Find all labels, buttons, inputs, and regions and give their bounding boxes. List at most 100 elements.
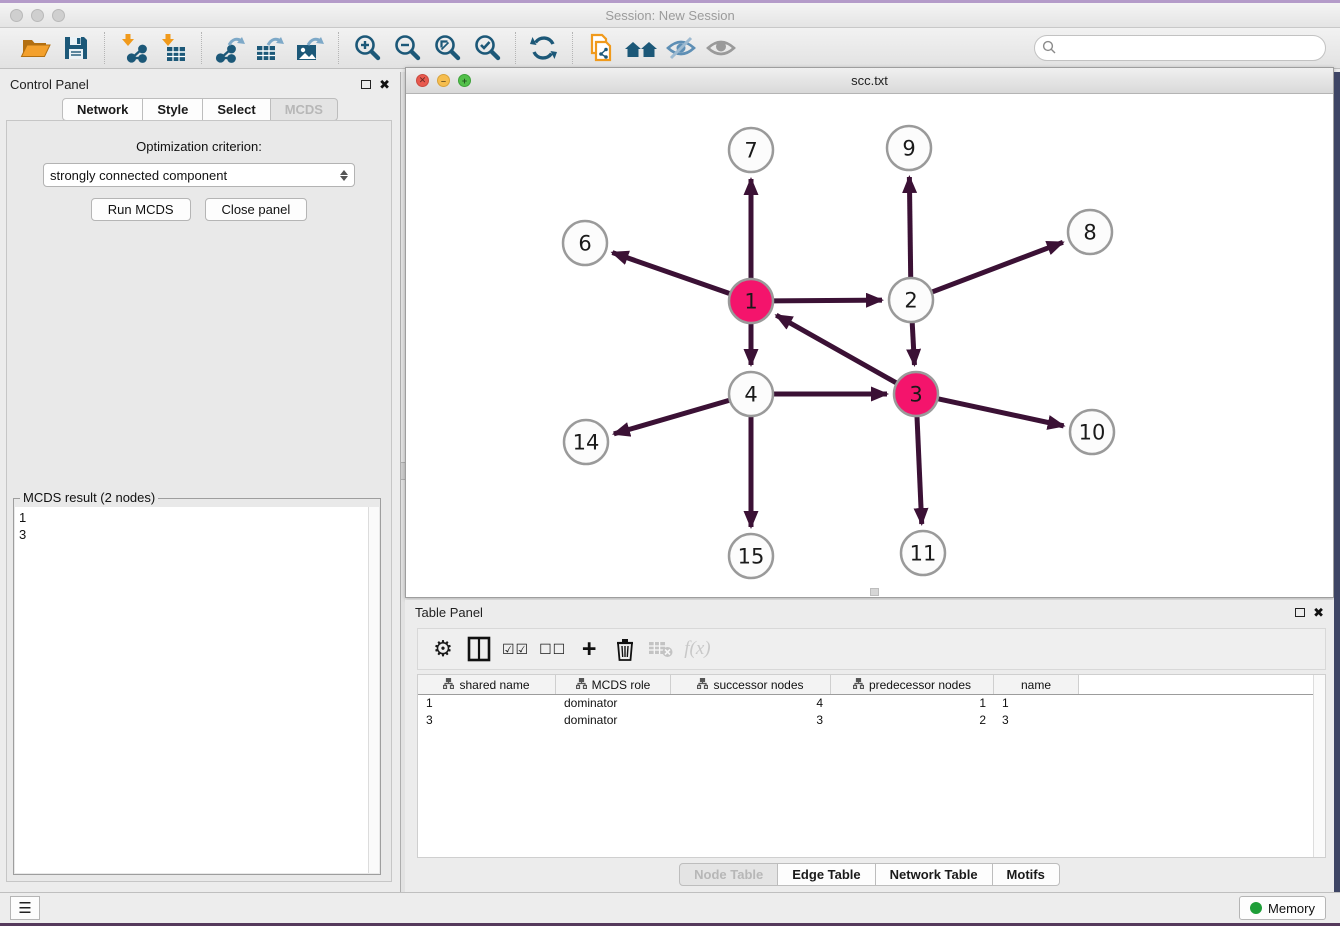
application-window: Session: New Session Control Panel ✖ Net… — [0, 0, 1340, 926]
network-graph[interactable]: 7 9 6 8 1 2 4 3 14 10 15 11 — [406, 94, 1333, 597]
column-header-successor-nodes[interactable]: successor nodes — [671, 675, 831, 694]
delete-table-icon — [646, 632, 676, 666]
toolbar-group — [516, 32, 573, 64]
close-panel-button[interactable]: Close panel — [205, 198, 308, 221]
node-3[interactable]: 3 — [894, 372, 938, 416]
mcds-result-title: MCDS result (2 nodes) — [20, 490, 158, 505]
memory-button[interactable]: Memory — [1239, 896, 1326, 920]
node-1[interactable]: 1 — [729, 279, 773, 323]
close-panel-icon[interactable]: ✖ — [379, 78, 390, 91]
node-9[interactable]: 9 — [887, 126, 931, 170]
table-cell[interactable]: 3 — [418, 712, 556, 729]
delete-column-icon[interactable] — [610, 632, 640, 666]
node-10[interactable]: 10 — [1070, 410, 1114, 454]
table-cell[interactable]: 2 — [831, 712, 994, 729]
tab-style[interactable]: Style — [143, 98, 203, 121]
node-11[interactable]: 11 — [901, 531, 945, 575]
table-row[interactable]: 1dominator411 — [418, 695, 1325, 712]
node-15[interactable]: 15 — [729, 534, 773, 578]
select-all-columns-icon[interactable]: ☑☑ — [500, 632, 531, 666]
tab-network[interactable]: Network — [62, 98, 143, 121]
unselect-all-columns-icon[interactable]: ☐☐ — [537, 632, 568, 666]
table-scrollbar[interactable] — [1313, 675, 1325, 857]
table-cell[interactable]: 3 — [671, 712, 831, 729]
export-table-icon[interactable] — [252, 32, 288, 64]
table-cell[interactable]: dominator — [556, 695, 671, 712]
table-tabs: Node TableEdge TableNetwork TableMotifs — [405, 863, 1334, 886]
node-2[interactable]: 2 — [889, 278, 933, 322]
zoom-selected-icon[interactable] — [469, 32, 505, 64]
canvas-grip[interactable] — [870, 588, 879, 596]
edge-1-6[interactable] — [612, 253, 730, 294]
tab-network-table[interactable]: Network Table — [876, 863, 993, 886]
new-network-from-selection-icon[interactable] — [583, 32, 619, 64]
table-cell[interactable]: 1 — [831, 695, 994, 712]
toolbar-group — [8, 32, 105, 64]
mcds-result-area[interactable]: 1 3 — [15, 507, 379, 873]
zoom-out-icon[interactable] — [389, 32, 425, 64]
column-header-shared-name[interactable]: shared name — [418, 675, 556, 694]
float-table-panel-icon[interactable] — [1295, 608, 1305, 617]
edge-3-10[interactable] — [938, 399, 1064, 426]
edge-2-3[interactable] — [912, 322, 914, 365]
network-canvas[interactable]: 7 9 6 8 1 2 4 3 14 10 15 11 — [406, 94, 1333, 597]
table-cell[interactable]: 1 — [994, 695, 1079, 712]
hide-details-icon[interactable] — [663, 32, 699, 64]
node-6[interactable]: 6 — [563, 221, 607, 265]
import-network-icon[interactable] — [115, 32, 151, 64]
table-row[interactable]: 3dominator323 — [418, 712, 1325, 729]
zoom-fit-icon[interactable] — [429, 32, 465, 64]
close-table-panel-icon[interactable]: ✖ — [1313, 606, 1324, 619]
table-cell[interactable]: dominator — [556, 712, 671, 729]
show-details-icon[interactable] — [703, 32, 739, 64]
edge-2-9[interactable] — [909, 177, 910, 278]
table-cell[interactable]: 1 — [418, 695, 556, 712]
add-column-icon[interactable]: + — [574, 632, 604, 666]
tab-select[interactable]: Select — [203, 98, 270, 121]
svg-text:10: 10 — [1079, 420, 1106, 444]
table-cell[interactable]: 3 — [994, 712, 1079, 729]
show-columns-icon[interactable] — [464, 632, 494, 666]
edge-3-11[interactable] — [917, 416, 922, 524]
float-panel-icon[interactable] — [361, 80, 371, 89]
open-folder-icon[interactable] — [18, 32, 54, 64]
edge-3-1[interactable] — [776, 315, 897, 383]
column-header-name[interactable]: name — [994, 675, 1079, 694]
edge-1-2[interactable] — [773, 300, 882, 301]
main-area: Control Panel ✖ NetworkStyleSelectMCDS O… — [0, 72, 1340, 892]
svg-text:11: 11 — [910, 541, 937, 565]
table-cell[interactable]: 4 — [671, 695, 831, 712]
tab-node-table[interactable]: Node Table — [679, 863, 778, 886]
tab-motifs[interactable]: Motifs — [993, 863, 1060, 886]
node-table[interactable]: shared nameMCDS role successor nodes prede… — [417, 674, 1326, 858]
export-image-icon[interactable] — [292, 32, 328, 64]
search-input[interactable] — [1034, 35, 1326, 61]
edge-4-14[interactable] — [614, 400, 730, 434]
network-window-title: scc.txt — [406, 73, 1333, 88]
control-panel-tabs: NetworkStyleSelectMCDS — [0, 98, 400, 121]
function-builder-icon: f(x) — [682, 632, 712, 666]
toolbar-group — [202, 32, 339, 64]
tab-mcds[interactable]: MCDS — [271, 98, 338, 121]
save-icon[interactable] — [58, 32, 94, 64]
result-scrollbar[interactable] — [368, 507, 379, 873]
node-4[interactable]: 4 — [729, 372, 773, 416]
edge-2-8[interactable] — [932, 242, 1063, 292]
column-header-predecessor-nodes[interactable]: predecessor nodes — [831, 675, 994, 694]
task-list-icon[interactable]: ☰ — [10, 896, 40, 920]
node-7[interactable]: 7 — [729, 128, 773, 172]
node-8[interactable]: 8 — [1068, 210, 1112, 254]
tab-edge-table[interactable]: Edge Table — [778, 863, 875, 886]
column-header-MCDS-role[interactable]: MCDS role — [556, 675, 671, 694]
first-neighbors-icon[interactable] — [623, 32, 659, 64]
export-network-icon[interactable] — [212, 32, 248, 64]
zoom-in-icon[interactable] — [349, 32, 385, 64]
criterion-dropdown[interactable]: strongly connected component — [43, 163, 355, 187]
column-settings-icon[interactable]: ⚙ — [428, 632, 458, 666]
network-window-titlebar[interactable]: ✕ – + scc.txt — [406, 68, 1333, 94]
run-mcds-button[interactable]: Run MCDS — [91, 198, 191, 221]
import-table-icon[interactable] — [155, 32, 191, 64]
refresh-icon[interactable] — [526, 32, 562, 64]
node-14[interactable]: 14 — [564, 420, 608, 464]
column-label: successor nodes — [713, 678, 803, 692]
